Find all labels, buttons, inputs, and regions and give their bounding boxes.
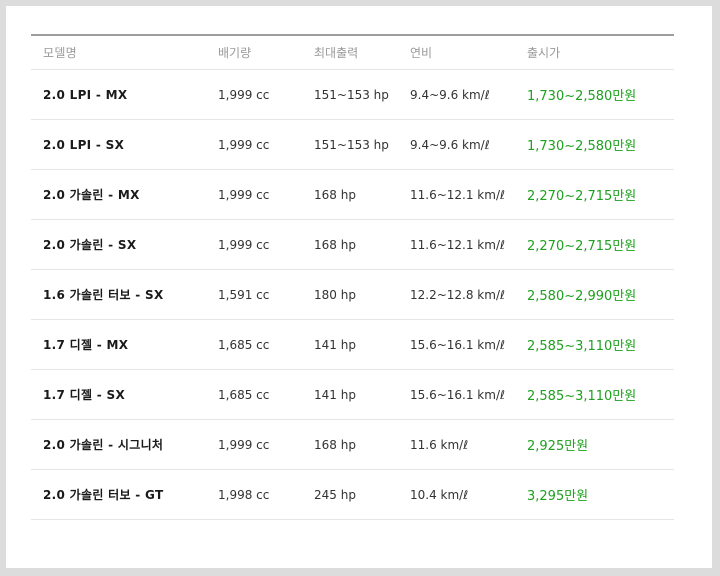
price-cell: 2,925만원 xyxy=(527,439,589,454)
table-row: 2.0 LPI - MX 1,999 cc 151~153 hp 9.4~9.6… xyxy=(31,70,674,120)
fuel-economy-cell: 9.4~9.6 km/ℓ xyxy=(410,137,490,152)
model-cell: 2.0 LPI - SX xyxy=(43,137,125,152)
fuel-economy-cell: 11.6 km/ℓ xyxy=(410,437,469,452)
displacement-cell: 1,999 cc xyxy=(218,137,270,152)
displacement-cell: 1,685 cc xyxy=(218,387,270,402)
model-cell: 1.7 디젤 - SX xyxy=(43,388,126,402)
table-row: 2.0 LPI - SX 1,999 cc 151~153 hp 9.4~9.6… xyxy=(31,120,674,170)
table-row: 2.0 가솔린 - MX 1,999 cc 168 hp 11.6~12.1 k… xyxy=(31,170,674,220)
model-cell: 1.7 디젤 - MX xyxy=(43,338,129,352)
table-row: 1.6 가솔린 터보 - SX 1,591 cc 180 hp 12.2~12.… xyxy=(31,270,674,320)
displacement-cell: 1,999 cc xyxy=(218,87,270,102)
power-cell: 245 hp xyxy=(314,487,356,502)
displacement-cell: 1,998 cc xyxy=(218,487,270,502)
table-row: 1.7 디젤 - MX 1,685 cc 141 hp 15.6~16.1 km… xyxy=(31,320,674,370)
displacement-cell: 1,591 cc xyxy=(218,287,270,302)
power-cell: 151~153 hp xyxy=(314,87,389,102)
power-cell: 141 hp xyxy=(314,337,356,352)
table-header-row: 모델명 배기량 최대출력 연비 출시가 xyxy=(31,36,674,70)
price-cell: 2,270~2,715만원 xyxy=(527,239,637,254)
fuel-economy-cell: 12.2~12.8 km/ℓ xyxy=(410,287,505,302)
table-row: 2.0 가솔린 - SX 1,999 cc 168 hp 11.6~12.1 k… xyxy=(31,220,674,270)
fuel-economy-cell: 9.4~9.6 km/ℓ xyxy=(410,87,490,102)
price-cell: 2,270~2,715만원 xyxy=(527,189,637,204)
power-cell: 168 hp xyxy=(314,437,356,452)
header-displacement: 배기량 xyxy=(218,46,252,60)
price-cell: 1,730~2,580만원 xyxy=(527,139,637,154)
price-cell: 3,295만원 xyxy=(527,489,589,504)
displacement-cell: 1,685 cc xyxy=(218,337,270,352)
model-cell: 2.0 가솔린 - SX xyxy=(43,238,137,252)
header-fuel-economy: 연비 xyxy=(410,46,433,60)
model-cell: 2.0 가솔린 터보 - GT xyxy=(43,488,164,502)
displacement-cell: 1,999 cc xyxy=(218,437,270,452)
power-cell: 180 hp xyxy=(314,287,356,302)
price-cell: 1,730~2,580만원 xyxy=(527,89,637,104)
header-model: 모델명 xyxy=(43,46,78,60)
displacement-cell: 1,999 cc xyxy=(218,187,270,202)
fuel-economy-cell: 15.6~16.1 km/ℓ xyxy=(410,337,505,352)
price-cell: 2,580~2,990만원 xyxy=(527,289,637,304)
price-cell: 2,585~3,110만원 xyxy=(527,389,637,404)
model-cell: 1.6 가솔린 터보 - SX xyxy=(43,288,164,302)
fuel-economy-cell: 10.4 km/ℓ xyxy=(410,487,469,502)
table-row: 2.0 가솔린 - 시그니처 1,999 cc 168 hp 11.6 km/ℓ… xyxy=(31,420,674,470)
model-cell: 2.0 LPI - MX xyxy=(43,87,128,102)
spec-table: 모델명 배기량 최대출력 연비 출시가 2.0 LPI - MX 1,999 c… xyxy=(31,34,674,520)
price-cell: 2,585~3,110만원 xyxy=(527,339,637,354)
displacement-cell: 1,999 cc xyxy=(218,237,270,252)
table-row: 1.7 디젤 - SX 1,685 cc 141 hp 15.6~16.1 km… xyxy=(31,370,674,420)
model-cell: 2.0 가솔린 - 시그니처 xyxy=(43,438,164,452)
power-cell: 168 hp xyxy=(314,187,356,202)
model-cell: 2.0 가솔린 - MX xyxy=(43,188,140,202)
content-frame: 모델명 배기량 최대출력 연비 출시가 2.0 LPI - MX 1,999 c… xyxy=(6,6,712,568)
power-cell: 141 hp xyxy=(314,387,356,402)
power-cell: 168 hp xyxy=(314,237,356,252)
table-row: 2.0 가솔린 터보 - GT 1,998 cc 245 hp 10.4 km/… xyxy=(31,470,674,520)
fuel-economy-cell: 15.6~16.1 km/ℓ xyxy=(410,387,505,402)
fuel-economy-cell: 11.6~12.1 km/ℓ xyxy=(410,237,505,252)
header-price: 출시가 xyxy=(527,46,561,60)
fuel-economy-cell: 11.6~12.1 km/ℓ xyxy=(410,187,505,202)
power-cell: 151~153 hp xyxy=(314,137,389,152)
header-max-power: 최대출력 xyxy=(314,46,359,60)
